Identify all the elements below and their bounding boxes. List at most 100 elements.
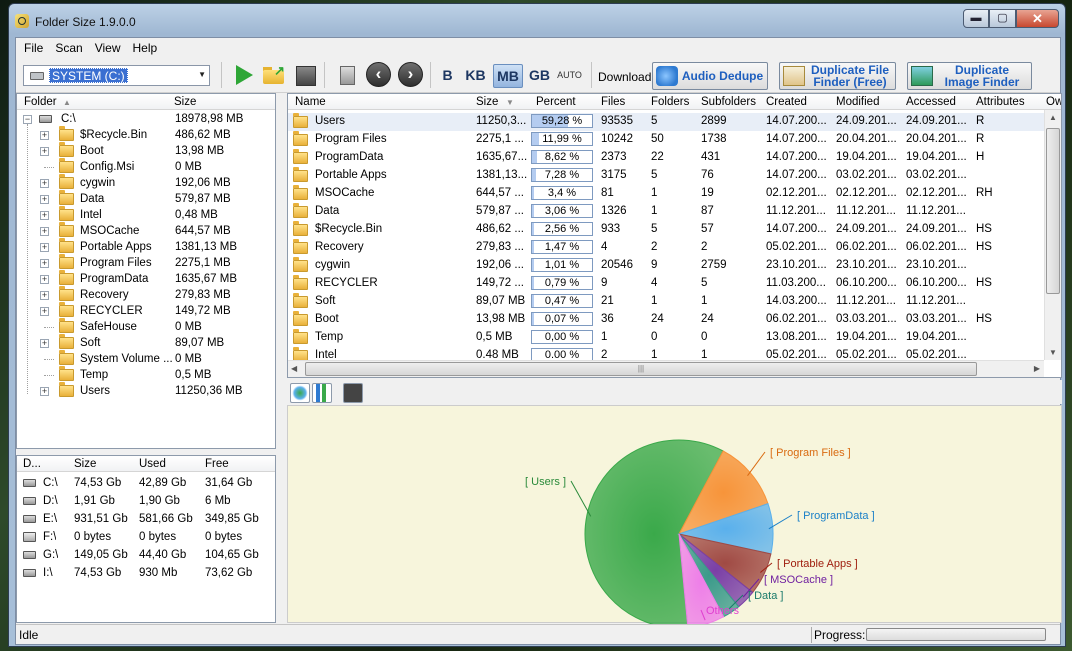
list-row[interactable]: Soft 89,07 MB 0,47 % 21 1 1 14.03.200... 11.12.… bbox=[288, 293, 1044, 311]
export-tab-icon[interactable] bbox=[343, 383, 363, 403]
list-row[interactable]: cygwin 192,06 ... 1,01 % 20546 9 2759 23.10.20… bbox=[288, 257, 1044, 275]
tree-item[interactable]: SafeHouse 0 MB bbox=[17, 318, 275, 335]
expand-icon[interactable]: + bbox=[40, 291, 49, 300]
drive-select[interactable]: SYSTEM (C:) ▼ bbox=[23, 65, 210, 86]
list-row[interactable]: Portable Apps 1381,13... 7,28 % 3175 5 76 14.0… bbox=[288, 167, 1044, 185]
bar-chart-tab-icon[interactable] bbox=[312, 383, 332, 403]
stop-scan-button[interactable] bbox=[292, 62, 318, 88]
expand-icon[interactable]: + bbox=[40, 243, 49, 252]
expand-icon[interactable]: + bbox=[40, 147, 49, 156]
list-row[interactable]: Temp 0,5 MB 0,00 % 1 0 0 13.08.201... 19.04.201… bbox=[288, 329, 1044, 347]
tree-item[interactable]: + MSOCache 644,57 MB bbox=[17, 222, 275, 239]
list-row[interactable]: MSOCache 644,57 ... 3,4 % 81 1 19 02.12.201...… bbox=[288, 185, 1044, 203]
tree-item[interactable]: Config.Msi 0 MB bbox=[17, 158, 275, 175]
drive-row[interactable]: I:\ 74,53 Gb 930 Mb 73,62 Gb bbox=[17, 565, 275, 581]
audio-dedupe-button[interactable]: Audio Dedupe bbox=[652, 62, 768, 90]
collapse-icon[interactable]: − bbox=[23, 115, 32, 124]
col-name[interactable]: Name bbox=[295, 96, 326, 108]
expand-icon[interactable]: + bbox=[40, 195, 49, 204]
list-row[interactable]: Program Files 2275,1 ... 11,99 % 10242 50 173… bbox=[288, 131, 1044, 149]
expand-icon[interactable]: + bbox=[40, 179, 49, 188]
tree-header-size[interactable]: Size bbox=[174, 96, 196, 108]
tree-item[interactable]: + Users 11250,36 MB bbox=[17, 382, 275, 399]
tree-item[interactable]: + Portable Apps 1381,13 MB bbox=[17, 238, 275, 255]
tree-item[interactable]: + Soft 89,07 MB bbox=[17, 334, 275, 351]
drive-row[interactable]: C:\ 74,53 Gb 42,89 Gb 31,64 Gb bbox=[17, 475, 275, 491]
chevron-down-icon[interactable]: ▼ bbox=[198, 70, 206, 79]
duplicate-image-finder-button[interactable]: Duplicate Image Finder bbox=[907, 62, 1032, 90]
list-row[interactable]: RECYCLER 149,72 ... 0,79 % 9 4 5 11.03.200... 0… bbox=[288, 275, 1044, 293]
menu-help[interactable]: Help bbox=[127, 38, 164, 57]
list-row[interactable]: ProgramData 1635,67... 8,62 % 2373 22 431 14.0… bbox=[288, 149, 1044, 167]
tree-item[interactable]: + Recovery 279,83 MB bbox=[17, 286, 275, 303]
expand-icon[interactable]: + bbox=[40, 227, 49, 236]
expand-icon[interactable]: + bbox=[40, 131, 49, 140]
unit-gb-button[interactable]: GB bbox=[526, 64, 553, 88]
minimize-button[interactable]: ▬ bbox=[963, 9, 989, 28]
unit-auto-button[interactable]: AUTO bbox=[556, 64, 583, 88]
expand-icon[interactable]: + bbox=[40, 211, 49, 220]
close-button[interactable]: ✕ bbox=[1016, 9, 1059, 28]
duplicate-file-finder-button[interactable]: Duplicate File Finder (Free) bbox=[779, 62, 896, 90]
drives-header-used[interactable]: Used bbox=[139, 458, 166, 470]
maximize-button[interactable]: ▢ bbox=[989, 9, 1016, 28]
col-subfolders[interactable]: Subfolders bbox=[701, 96, 756, 108]
list-row[interactable]: Data 579,87 ... 3,06 % 1326 1 87 11.12.201... 1… bbox=[288, 203, 1044, 221]
drive-row[interactable]: F:\ 0 bytes 0 bytes 0 bytes bbox=[17, 529, 275, 545]
col-owner[interactable]: Owr bbox=[1046, 96, 1061, 108]
folder-tree[interactable]: Folder ▲ Size − C:\ 18978,98 MB + $Recycl… bbox=[16, 93, 276, 449]
menu-scan[interactable]: Scan bbox=[49, 38, 88, 57]
expand-icon[interactable]: + bbox=[40, 259, 49, 268]
menu-view[interactable]: View bbox=[89, 38, 127, 57]
col-percent[interactable]: Percent bbox=[536, 96, 576, 108]
bookmark-button[interactable] bbox=[334, 62, 360, 88]
drives-header-size[interactable]: Size bbox=[74, 458, 96, 470]
drives-header-drive[interactable]: D... bbox=[23, 458, 41, 470]
tree-item[interactable]: + Data 579,87 MB bbox=[17, 190, 275, 207]
list-row[interactable]: $Recycle.Bin 486,62 ... 2,56 % 933 5 57 14.07.… bbox=[288, 221, 1044, 239]
back-button[interactable]: ‹ bbox=[366, 62, 391, 87]
tree-header-folder[interactable]: Folder bbox=[24, 96, 57, 108]
col-folders[interactable]: Folders bbox=[651, 96, 689, 108]
start-scan-button[interactable] bbox=[231, 62, 257, 88]
tree-item[interactable]: + Program Files 2275,1 MB bbox=[17, 254, 275, 271]
col-files[interactable]: Files bbox=[601, 96, 625, 108]
title-bar[interactable]: Folder Size 1.9.0.0 ▬ ▢ ✕ bbox=[9, 4, 1065, 36]
folder-list[interactable]: Name Size ▼ Percent Files Folders Subfol… bbox=[287, 93, 1062, 378]
tree-item[interactable]: + cygwin 192,06 MB bbox=[17, 174, 275, 191]
col-size[interactable]: Size bbox=[476, 96, 498, 108]
unit-mb-button[interactable]: MB bbox=[493, 64, 523, 88]
unit-kb-button[interactable]: KB bbox=[462, 64, 489, 88]
drive-row[interactable]: G:\ 149,05 Gb 44,40 Gb 104,65 Gb bbox=[17, 547, 275, 563]
list-horizontal-scrollbar[interactable]: ◀ ||| ▶ bbox=[288, 360, 1044, 377]
expand-icon[interactable]: + bbox=[40, 275, 49, 284]
drives-header-free[interactable]: Free bbox=[205, 458, 229, 470]
col-modified[interactable]: Modified bbox=[836, 96, 879, 108]
tree-item[interactable]: + $Recycle.Bin 486,62 MB bbox=[17, 126, 275, 143]
list-hscroll-thumb[interactable]: ||| bbox=[305, 362, 977, 376]
tree-item[interactable]: + RECYCLER 149,72 MB bbox=[17, 302, 275, 319]
list-row[interactable]: Users 11250,3... 59,28 % 93535 5 2899 14.07.20… bbox=[288, 113, 1044, 131]
list-vertical-scrollbar[interactable]: ▲ ▼ bbox=[1044, 110, 1061, 360]
scan-folder-button[interactable]: ↗ bbox=[260, 62, 286, 88]
forward-button[interactable]: › bbox=[398, 62, 423, 87]
tree-item[interactable]: + ProgramData 1635,67 MB bbox=[17, 270, 275, 287]
list-vscroll-thumb[interactable] bbox=[1046, 128, 1060, 294]
expand-icon[interactable]: + bbox=[40, 387, 49, 396]
tree-item[interactable]: + Boot 13,98 MB bbox=[17, 142, 275, 159]
expand-icon[interactable]: + bbox=[40, 339, 49, 348]
drive-row[interactable]: E:\ 931,51 Gb 581,66 Gb 349,85 Gb bbox=[17, 511, 275, 527]
list-row[interactable]: Boot 13,98 MB 0,07 % 36 24 24 06.02.201... 03.0… bbox=[288, 311, 1044, 329]
tree-root[interactable]: − C:\ 18978,98 MB bbox=[17, 111, 275, 127]
col-created[interactable]: Created bbox=[766, 96, 807, 108]
list-row[interactable]: Recovery 279,83 ... 1,47 % 4 2 2 05.02.201... 0… bbox=[288, 239, 1044, 257]
drives-list[interactable]: D... Size Used Free C:\ 74,53 Gb 42,89 Gb 3… bbox=[16, 455, 276, 623]
unit-b-button[interactable]: B bbox=[434, 64, 461, 88]
expand-icon[interactable]: + bbox=[40, 307, 49, 316]
tree-item[interactable]: Temp 0,5 MB bbox=[17, 366, 275, 383]
tree-item[interactable]: + Intel 0,48 MB bbox=[17, 206, 275, 223]
col-attributes[interactable]: Attributes bbox=[976, 96, 1025, 108]
tree-item[interactable]: System Volume ... 0 MB bbox=[17, 350, 275, 367]
col-accessed[interactable]: Accessed bbox=[906, 96, 956, 108]
drive-row[interactable]: D:\ 1,91 Gb 1,90 Gb 6 Mb bbox=[17, 493, 275, 509]
